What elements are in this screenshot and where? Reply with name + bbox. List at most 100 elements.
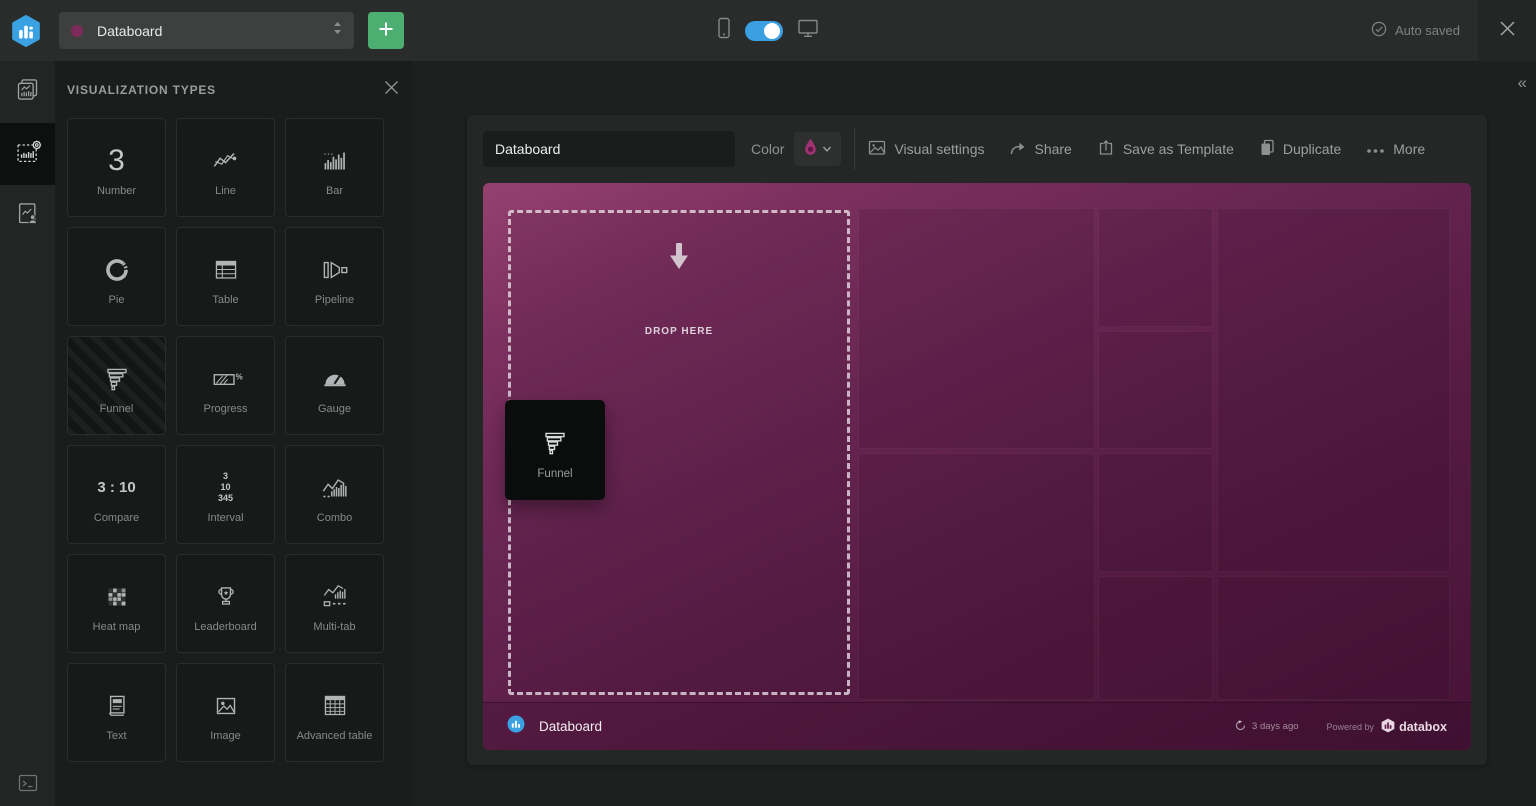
viz-tile-label: Pipeline [315, 294, 354, 306]
heatmap-icon [100, 575, 134, 619]
viz-tile-label: Heat map [93, 621, 141, 633]
viz-tile-leaderboard[interactable]: ★Leaderboard [176, 554, 275, 653]
add-databoard-button[interactable] [368, 12, 404, 49]
board-name-input[interactable] [483, 131, 735, 167]
viz-tile-compare[interactable]: 3 : 10 Compare [67, 445, 166, 544]
databox-footer-logo [507, 715, 525, 738]
databox-logo [9, 14, 43, 48]
text-icon [100, 684, 134, 728]
viz-tile-progress[interactable]: % Progress [176, 336, 275, 435]
toggle-knob [764, 23, 780, 39]
databox-editor: Databoard Auto saved [0, 0, 1536, 806]
select-arrows-icon [333, 21, 342, 40]
board-selector-label: Databoard [97, 23, 333, 39]
drag-tile-label: Funnel [537, 468, 572, 480]
refresh-icon[interactable] [1235, 720, 1246, 734]
color-label: Color [751, 141, 784, 157]
viz-tile-gauge[interactable]: Gauge [285, 336, 384, 435]
plus-icon [378, 21, 394, 40]
visualization-types-panel: VISUALIZATION TYPES 3 Number Line Bar Pie Tab… [55, 61, 412, 806]
more-dots-icon [1366, 141, 1385, 157]
viz-tile-label: Advanced table [297, 730, 373, 742]
visual-settings-icon [868, 139, 886, 159]
viz-tile-combo[interactable]: Combo [285, 445, 384, 544]
mobile-icon[interactable] [717, 17, 731, 44]
share-icon [1009, 140, 1026, 159]
viz-tile-label: Table [212, 294, 238, 306]
number-icon: 3 [108, 139, 125, 183]
visual-settings-button[interactable]: Visual settings [868, 139, 984, 159]
autosave-label: Auto saved [1395, 23, 1460, 38]
board-footer: Databoard 3 days ago Powered by databox [483, 702, 1471, 750]
visualization-type-grid: 3 Number Line Bar Pie Table Pipeline Funnel% Pro… [55, 118, 412, 762]
more-button[interactable]: More [1366, 141, 1425, 157]
board-panel-placeholder [858, 208, 1095, 449]
rail-item-reports[interactable] [0, 185, 55, 247]
viz-tile-advanced-table[interactable]: Advanced table [285, 663, 384, 762]
viz-tile-label: Compare [94, 512, 139, 524]
viz-tile-pie[interactable]: Pie [67, 227, 166, 326]
dragging-funnel-tile[interactable]: Funnel [505, 400, 605, 500]
device-preview-toggle-group [717, 0, 819, 61]
compare-icon: 3 : 10 [97, 466, 135, 510]
drop-arrow-icon [666, 241, 692, 278]
close-icon [1499, 20, 1516, 42]
viz-tile-pipeline[interactable]: Pipeline [285, 227, 384, 326]
combo-icon [318, 466, 352, 510]
left-rail [0, 61, 55, 806]
viz-tile-label: Number [97, 185, 136, 197]
viz-tile-line[interactable]: Line [176, 118, 275, 217]
panel-close-icon[interactable] [384, 80, 399, 100]
color-droplet-icon [804, 138, 817, 160]
databox-brand-icon [1381, 718, 1395, 736]
board-panel-placeholder [1098, 208, 1213, 327]
viz-tile-label: Progress [203, 403, 247, 415]
editor-toolbar: Color Visual settings Share [467, 115, 1487, 183]
multitab-icon [318, 575, 352, 619]
viz-tile-funnel[interactable]: Funnel [67, 336, 166, 435]
share-button[interactable]: Share [1009, 140, 1071, 159]
topbar: Databoard Auto saved [0, 0, 1536, 61]
gauge-icon [318, 357, 352, 401]
drop-zone-label: DROP HERE [645, 326, 713, 337]
svg-text:★: ★ [223, 590, 229, 597]
board-selector[interactable]: Databoard [59, 12, 354, 49]
viz-tile-image[interactable]: Image [176, 663, 275, 762]
board-color-picker[interactable] [794, 132, 841, 166]
viz-tile-number[interactable]: 3 Number [67, 118, 166, 217]
viz-tile-label: Image [210, 730, 241, 742]
save-as-template-button[interactable]: Save as Template [1097, 139, 1234, 159]
pie-icon [100, 248, 134, 292]
viz-tile-interval[interactable]: 3 10 345Interval [176, 445, 275, 544]
terminal-icon [16, 771, 40, 800]
chevron-down-icon [822, 140, 832, 158]
rail-item-console[interactable] [0, 771, 55, 800]
visualization-types-icon [14, 138, 42, 171]
duplicate-button[interactable]: Duplicate [1259, 139, 1341, 159]
collapse-panel-icon[interactable]: « [1518, 73, 1527, 93]
viz-tile-table[interactable]: Table [176, 227, 275, 326]
viz-tile-multitab[interactable]: Multi-tab [285, 554, 384, 653]
toolbar-divider [854, 128, 855, 170]
line-icon [209, 139, 243, 183]
board-color-dot [71, 25, 83, 37]
viz-tile-label: Funnel [100, 403, 134, 415]
viz-tile-heatmap[interactable]: Heat map [67, 554, 166, 653]
progress-icon: % [209, 357, 243, 401]
viz-tile-bar[interactable]: Bar [285, 118, 384, 217]
viz-tile-text[interactable]: Text [67, 663, 166, 762]
panel-title: VISUALIZATION TYPES [67, 83, 216, 97]
device-toggle[interactable] [745, 21, 783, 41]
close-editor-button[interactable] [1478, 0, 1536, 61]
viz-tile-label: Bar [326, 185, 343, 197]
funnel-icon [99, 357, 135, 401]
board-panel-placeholder [1217, 208, 1450, 572]
databoard-editor-card: Color Visual settings Share [467, 115, 1487, 765]
reports-icon [14, 200, 41, 232]
funnel-icon [537, 420, 573, 466]
desktop-icon[interactable] [797, 18, 819, 43]
image-icon [209, 684, 243, 728]
rail-item-visualization-types[interactable] [0, 123, 55, 185]
rail-item-databoards[interactable] [0, 61, 55, 123]
viz-tile-label: Multi-tab [313, 621, 355, 633]
